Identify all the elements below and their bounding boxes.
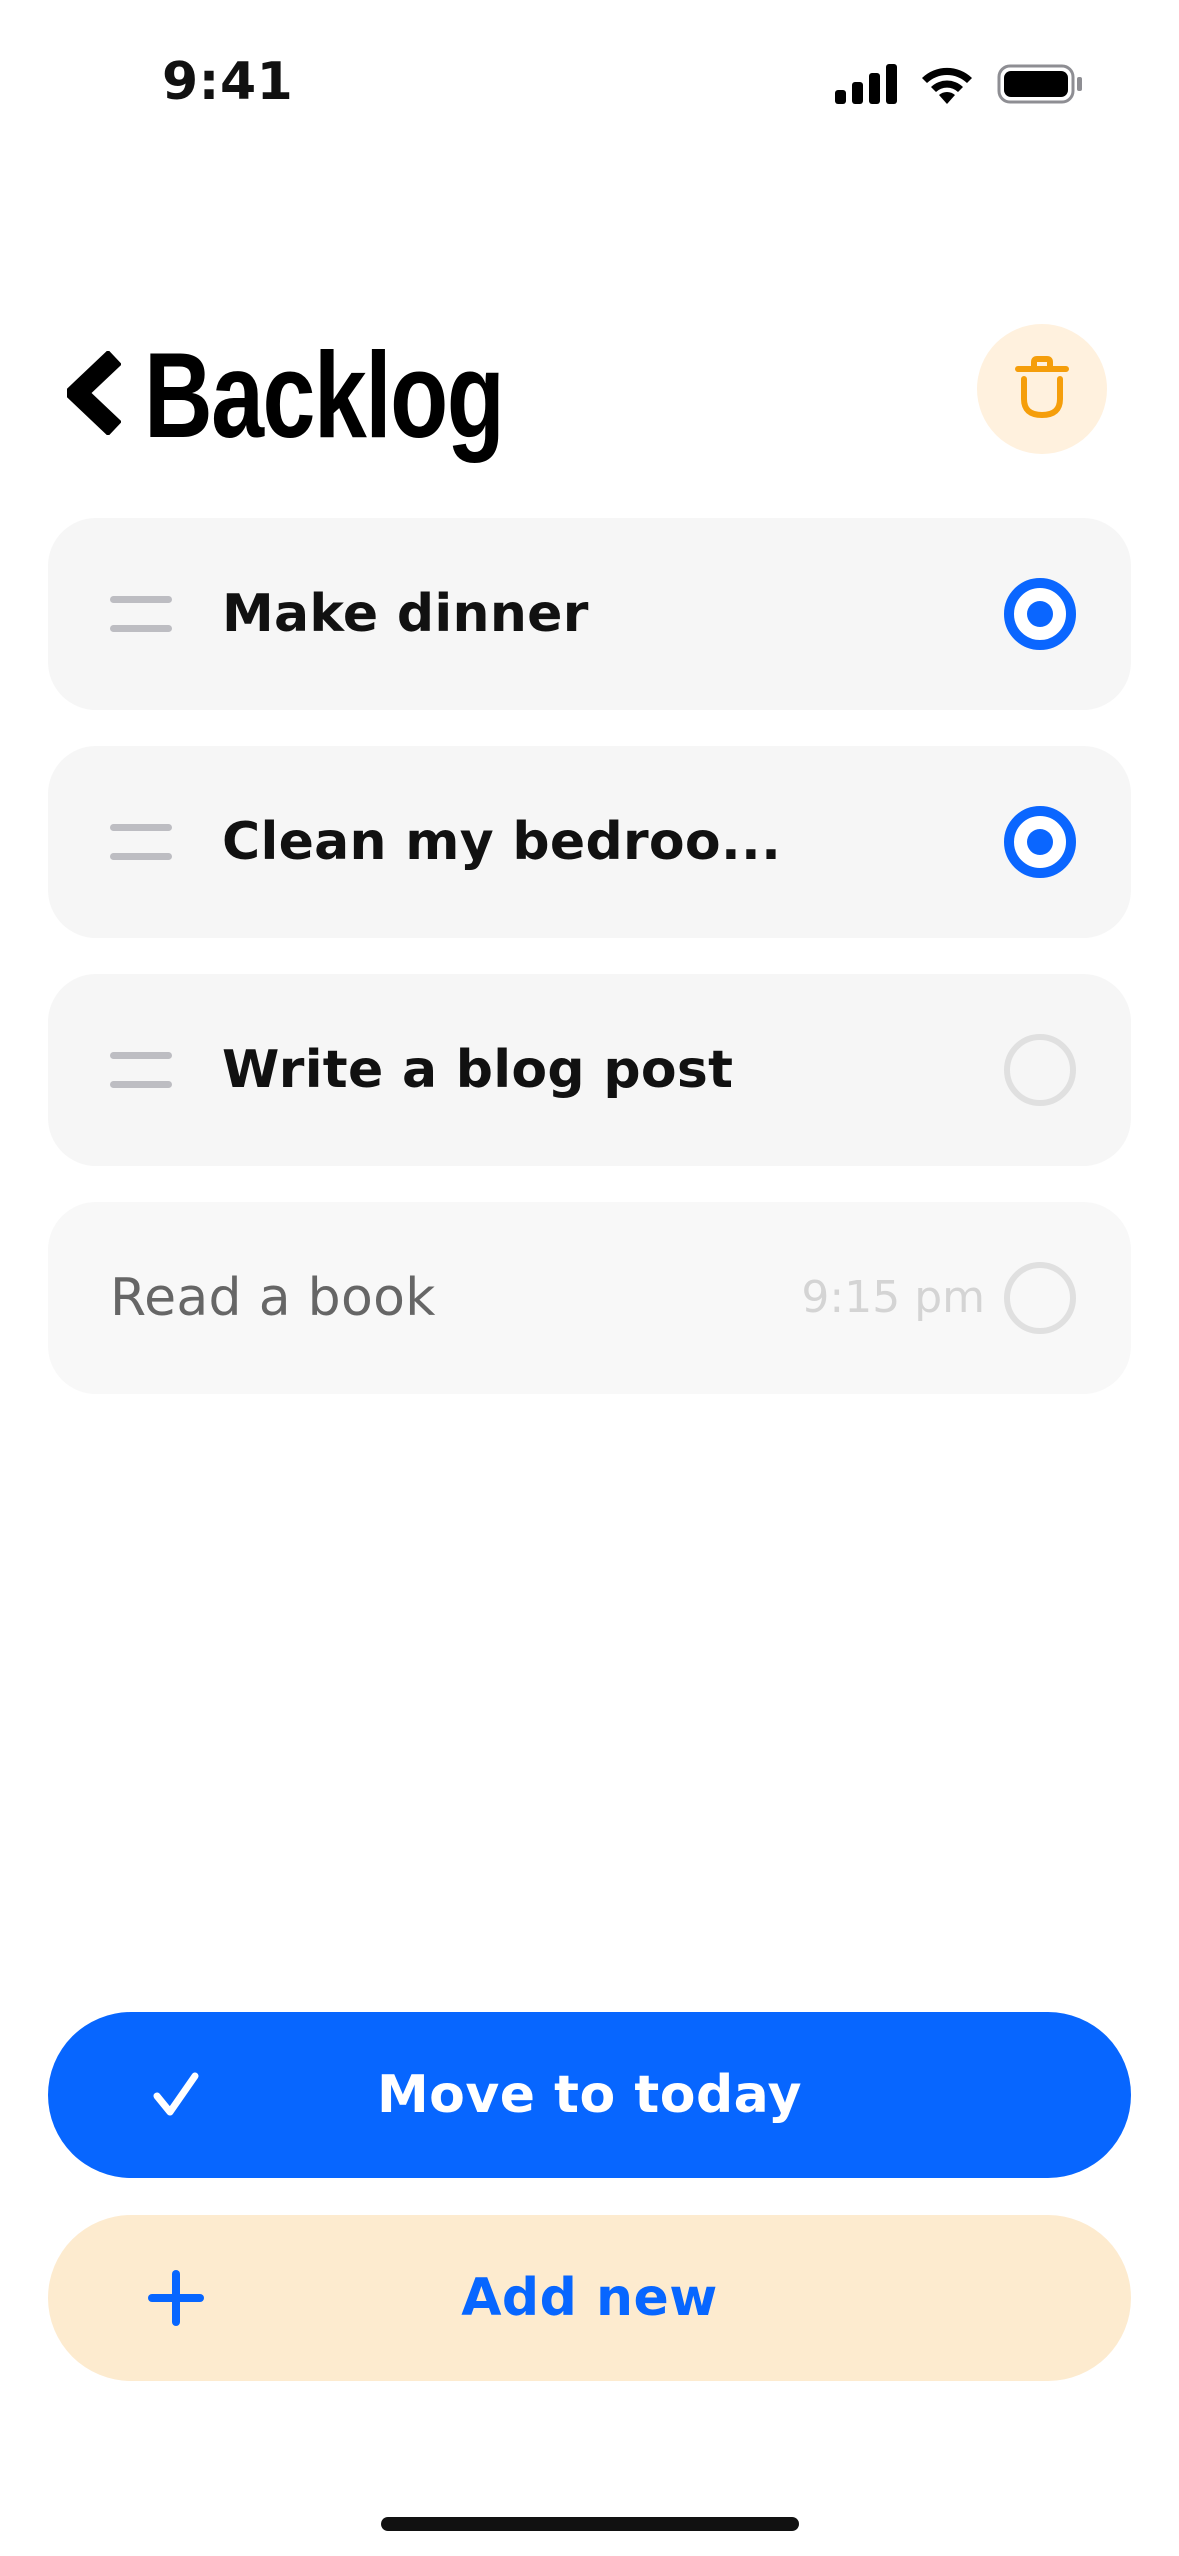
task-row[interactable]: Clean my bedroo... [48,746,1131,938]
cellular-signal-icon [835,64,897,104]
checkmark-icon [136,2012,216,2178]
task-select-radio[interactable] [1004,1034,1076,1106]
page-title: Backlog [144,327,505,463]
task-list: Make dinner Clean my bedroo... Write a b… [48,518,1131,1430]
task-label: Read a book [110,1268,436,1328]
trash-icon [1012,355,1072,424]
drag-handle-icon[interactable] [110,824,172,860]
task-select-radio[interactable] [1004,578,1076,650]
chevron-left-icon [62,349,122,440]
add-new-label: Add new [461,2268,718,2328]
task-select-radio[interactable] [1004,806,1076,878]
status-time: 9:41 [162,52,294,112]
move-to-today-button[interactable]: Move to today [48,2012,1131,2178]
status-bar: 9:41 [0,0,1179,170]
task-row[interactable]: Read a book 9:15 pm [48,1202,1131,1394]
task-row[interactable]: Make dinner [48,518,1131,710]
task-label: Make dinner [222,584,589,644]
task-label: Write a blog post [222,1040,734,1100]
home-indicator[interactable] [381,2517,799,2531]
back-button[interactable] [62,340,124,450]
drag-handle-icon[interactable] [110,1052,172,1088]
wifi-icon [919,64,975,104]
plus-icon [136,2215,216,2381]
drag-handle-icon[interactable] [110,596,172,632]
task-select-radio[interactable] [1004,1262,1076,1334]
status-icons [835,64,1083,104]
task-label: Clean my bedroo... [222,812,782,872]
header: Backlog [0,300,1179,480]
battery-icon [997,64,1083,104]
move-to-today-label: Move to today [376,2065,803,2125]
task-row[interactable]: Write a blog post [48,974,1131,1166]
trash-button[interactable] [977,324,1107,454]
add-new-button[interactable]: Add new [48,2215,1131,2381]
task-time: 9:15 pm [801,1272,985,1323]
